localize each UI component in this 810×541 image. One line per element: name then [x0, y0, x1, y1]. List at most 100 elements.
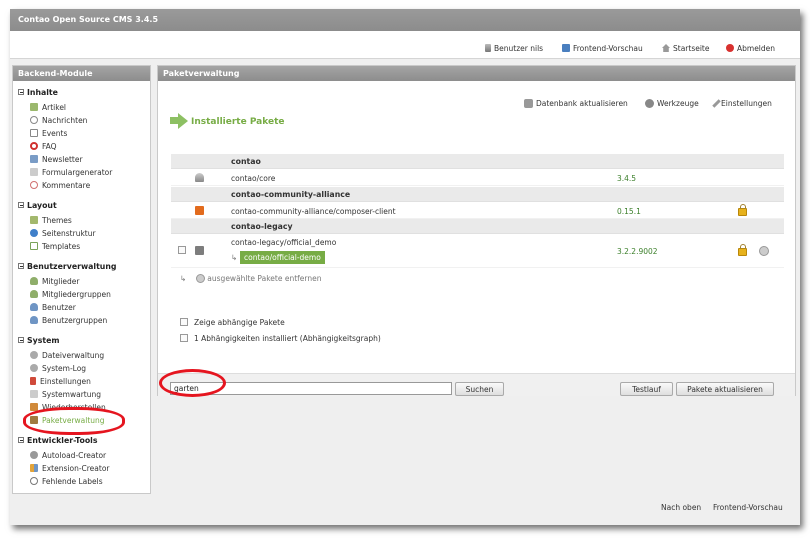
package-name[interactable]: contao-legacy/official_demo — [231, 238, 336, 247]
nav-benutzer[interactable]: Benutzer — [30, 303, 76, 312]
faq-icon — [30, 142, 38, 150]
tools-link[interactable]: Werkzeuge — [645, 99, 699, 108]
nav-dateiverwaltung[interactable]: Dateiverwaltung — [30, 351, 104, 360]
lock-icon[interactable] — [738, 204, 747, 216]
package-row: contao-legacy/official_demo ↳ contao/off… — [171, 234, 784, 268]
user-icon — [30, 303, 38, 311]
search-icon — [30, 477, 38, 485]
autoload-icon — [30, 451, 38, 459]
nav-formulargenerator[interactable]: Formulargenerator — [30, 168, 112, 177]
panel-title: Paketverwaltung — [158, 66, 795, 81]
top-navigation: Benutzer nils Frontend-Vorschau Startsei… — [10, 31, 800, 59]
nav-einstellungen[interactable]: Einstellungen — [30, 377, 91, 386]
section-title: Installierte Pakete — [170, 113, 285, 129]
core-package-icon — [195, 173, 204, 182]
package-icon — [195, 206, 204, 215]
back-to-top-link[interactable]: Nach oben — [661, 503, 701, 512]
package-name[interactable]: contao-community-alliance/composer-clien… — [231, 207, 396, 216]
package-row: contao-community-alliance/composer-clien… — [171, 202, 784, 219]
nav-fehlende-labels[interactable]: Fehlende Labels — [30, 477, 103, 486]
package-group: contao — [171, 154, 784, 169]
alias-arrow: ↳ — [231, 253, 238, 262]
search-input[interactable] — [170, 382, 452, 395]
template-icon — [30, 242, 38, 250]
logout-icon — [726, 44, 734, 52]
nav-newsletter[interactable]: Newsletter — [30, 155, 83, 164]
nav-artikel[interactable]: Artikel — [30, 103, 66, 112]
frontend-preview-link[interactable]: Frontend-Vorschau — [562, 44, 643, 53]
remove-icon — [196, 274, 206, 283]
action-bar: Suchen Testlauf Pakete aktualisieren — [158, 373, 795, 396]
remove-selected-button[interactable]: ↳ ausgewählte Pakete entfernen — [180, 274, 321, 283]
files-icon — [30, 351, 38, 359]
package-group: contao-community-alliance — [171, 187, 784, 202]
nav-nachrichten[interactable]: Nachrichten — [30, 116, 87, 125]
nav-mitglieder[interactable]: Mitglieder — [30, 277, 80, 286]
member-group-icon — [30, 290, 38, 298]
remove-package-icon[interactable] — [759, 246, 769, 256]
news-icon — [30, 116, 38, 124]
nav-system-log[interactable]: System-Log — [30, 364, 86, 373]
collapse-icon — [18, 263, 24, 269]
nav-autoload-creator[interactable]: Autoload-Creator — [30, 451, 106, 460]
logout-link[interactable]: Abmelden — [726, 44, 775, 53]
testrun-button[interactable]: Testlauf — [620, 382, 673, 396]
lock-icon[interactable] — [738, 244, 747, 256]
footer-preview-link[interactable]: Frontend-Vorschau — [713, 503, 783, 512]
user-group-icon — [30, 316, 38, 324]
nav-seitenstruktur[interactable]: Seitenstruktur — [30, 229, 96, 238]
log-icon — [30, 364, 38, 372]
group-inhalte[interactable]: Inhalte — [18, 88, 58, 97]
wrench-icon — [712, 99, 721, 108]
package-group: contao-legacy — [171, 219, 784, 234]
nav-faq[interactable]: FAQ — [30, 142, 57, 151]
database-icon — [524, 99, 533, 108]
maintenance-icon — [30, 390, 38, 398]
user-icon — [485, 44, 491, 52]
dependencies-checkbox[interactable] — [180, 334, 188, 342]
package-name[interactable]: contao/core — [231, 174, 275, 183]
nav-templates[interactable]: Templates — [30, 242, 80, 251]
nav-benutzergruppen[interactable]: Benutzergruppen — [30, 316, 107, 325]
sidebar: Backend-Module Inhalte Artikel Nachricht… — [12, 65, 151, 494]
package-version: 0.15.1 — [617, 207, 641, 216]
user-link[interactable]: Benutzer nils — [485, 44, 543, 53]
calendar-icon — [30, 129, 38, 137]
show-dependants-option[interactable]: Zeige abhängige Pakete — [180, 318, 285, 327]
group-layout[interactable]: Layout — [18, 201, 57, 210]
collapse-icon — [18, 437, 24, 443]
db-update-link[interactable]: Datenbank aktualisieren — [524, 99, 628, 108]
show-dependants-checkbox[interactable] — [180, 318, 188, 326]
member-icon — [30, 277, 38, 285]
nav-wiederherstellen[interactable]: Wiederherstellen — [30, 403, 106, 412]
nav-themes[interactable]: Themes — [30, 216, 72, 225]
group-benutzerverwaltung[interactable]: Benutzerverwaltung — [18, 262, 117, 271]
themes-icon — [30, 216, 38, 224]
package-select-checkbox[interactable] — [178, 246, 186, 254]
restore-icon — [30, 403, 38, 411]
package-version: 3.2.2.9002 — [617, 247, 658, 256]
group-system[interactable]: System — [18, 336, 59, 345]
newsletter-icon — [30, 155, 38, 163]
nav-kommentare[interactable]: Kommentare — [30, 181, 90, 190]
nav-mitgliedergruppen[interactable]: Mitgliedergruppen — [30, 290, 111, 299]
sidebar-title: Backend-Module — [13, 66, 150, 81]
settings-link[interactable]: Einstellungen — [712, 99, 772, 108]
home-link[interactable]: Startseite — [662, 44, 709, 53]
collapse-icon — [18, 202, 24, 208]
package-icon — [195, 246, 204, 255]
home-icon — [662, 44, 670, 52]
update-packages-button[interactable]: Pakete aktualisieren — [676, 382, 774, 396]
search-button[interactable]: Suchen — [455, 382, 504, 396]
package-alias-badge: contao/official-demo — [240, 251, 325, 264]
nav-paketverwaltung[interactable]: Paketverwaltung — [30, 416, 105, 425]
dependencies-option[interactable]: 1 Abhängigkeiten installiert (Abhängigke… — [180, 334, 381, 343]
nav-extension-creator[interactable]: Extension-Creator — [30, 464, 110, 473]
nav-systemwartung[interactable]: Systemwartung — [30, 390, 101, 399]
main-panel: Paketverwaltung Datenbank aktualisieren … — [157, 65, 796, 396]
package-row: contao/core 3.4.5 — [171, 169, 784, 186]
collapse-icon — [18, 89, 24, 95]
group-entwickler-tools[interactable]: Entwickler-Tools — [18, 436, 98, 445]
nav-events[interactable]: Events — [30, 129, 67, 138]
collapse-icon — [18, 337, 24, 343]
